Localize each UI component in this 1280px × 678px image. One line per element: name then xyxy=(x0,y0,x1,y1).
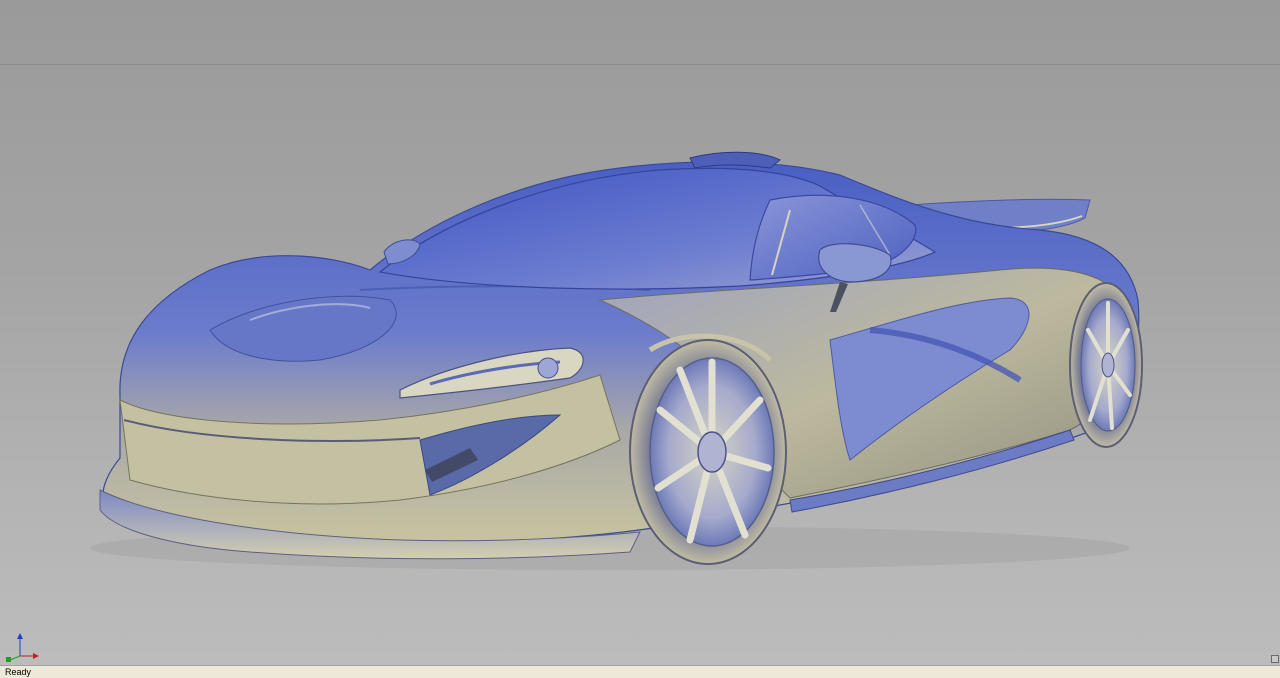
coordinate-triad-icon xyxy=(6,633,39,662)
car-model-render[interactable] xyxy=(0,0,1280,665)
cad-application-window: Ready xyxy=(0,0,1280,678)
rear-wheel xyxy=(1069,282,1143,448)
resize-grip-icon[interactable] xyxy=(1271,655,1279,663)
3d-viewport[interactable] xyxy=(0,0,1280,665)
status-bar: Ready xyxy=(0,665,1280,678)
status-text: Ready xyxy=(5,667,32,677)
